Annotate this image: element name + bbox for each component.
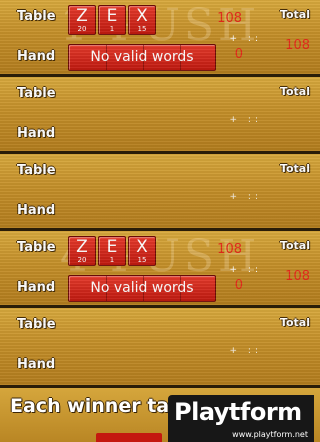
table-label: Table [17,240,56,255]
total-label: Total [279,85,310,98]
word-status-text: No valid words [90,280,194,296]
player-row-4: 4 PUSH Table Hand Total Z 20 E1 X 15 108 +… [0,231,320,308]
tile-points: 20 [77,25,87,33]
hand-score: 0 [234,278,243,293]
status-marks: + :: [229,265,262,275]
status-marks: + :: [229,34,262,44]
status-marks: + :: [229,346,262,356]
table-label: Table [17,317,56,332]
hand-score: 0 [234,47,243,62]
tile-points: 20 [77,256,87,264]
letter-tile[interactable]: Z 20 [68,5,96,35]
player-row-3: Table Hand Total + :: [0,154,320,231]
table-tiles: Z 20 E1 X 15 [68,236,156,266]
tile-letter: X [136,6,148,26]
tile-points: 1 [109,25,115,33]
letter-tile[interactable]: X 15 [128,5,156,35]
total-label: Total [279,8,310,21]
table-label: Table [17,9,56,24]
tile-letter: X [136,237,148,257]
word-status-text: No valid words [90,49,194,65]
total-label: Total [279,162,310,175]
total-label: Total [279,239,310,252]
letter-tile[interactable]: E1 [98,5,126,35]
tile-letter: E [106,6,118,26]
tile-letter: E [106,237,118,257]
player-row-1: 1 PUSH Table Hand Total Z 20 E1 X 15 108 +… [0,0,320,77]
table-tiles: Z 20 E1 X 15 [68,5,156,35]
hand-label: Hand [17,49,56,64]
action-button[interactable] [96,433,162,442]
player-row-5: Table Hand Total + :: [0,308,320,388]
total-label: Total [279,316,310,329]
letter-tile[interactable]: X 15 [128,236,156,266]
hand-label: Hand [17,126,56,141]
table-score: 108 [217,242,242,257]
word-status-bar[interactable]: No valid words [68,275,216,302]
hand-label: Hand [17,203,56,218]
hand-label: Hand [17,357,56,372]
table-label: Table [17,86,56,101]
letter-tile[interactable]: Z 20 [68,236,96,266]
tile-points: 15 [137,25,147,33]
brand-logo: Playtform [174,398,302,426]
table-score: 108 [217,11,242,26]
letter-tile[interactable]: E1 [98,236,126,266]
status-marks: + :: [229,115,262,125]
tile-letter: Z [76,237,88,257]
brand-url: www.playtform.net [232,430,308,439]
tile-points: 15 [137,256,147,264]
total-score: 108 [285,38,310,53]
total-score: 108 [285,269,310,284]
site-watermark: Playtform www.playtform.net [168,395,314,442]
table-label: Table [17,163,56,178]
tile-letter: Z [76,6,88,26]
tile-points: 1 [109,256,115,264]
hand-label: Hand [17,280,56,295]
player-row-2: Table Hand Total + :: [0,77,320,154]
word-status-bar[interactable]: No valid words [68,44,216,71]
status-marks: + :: [229,192,262,202]
